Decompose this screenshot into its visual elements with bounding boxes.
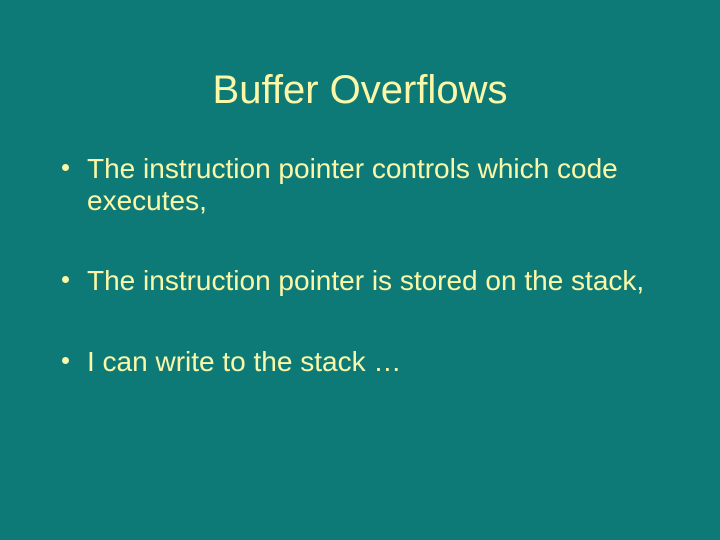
bullet-icon (62, 357, 69, 364)
slide-title: Buffer Overflows (0, 0, 720, 153)
bullet-icon (62, 164, 69, 171)
bullet-item: I can write to the stack … (62, 346, 660, 378)
bullet-text: The instruction pointer controls which c… (87, 153, 660, 217)
bullet-text: I can write to the stack … (87, 346, 660, 378)
slide-content: The instruction pointer controls which c… (0, 153, 720, 378)
bullet-icon (62, 276, 69, 283)
slide-container: Buffer Overflows The instruction pointer… (0, 0, 720, 540)
bullet-text: The instruction pointer is stored on the… (87, 265, 660, 297)
bullet-item: The instruction pointer controls which c… (62, 153, 660, 217)
bullet-item: The instruction pointer is stored on the… (62, 265, 660, 297)
